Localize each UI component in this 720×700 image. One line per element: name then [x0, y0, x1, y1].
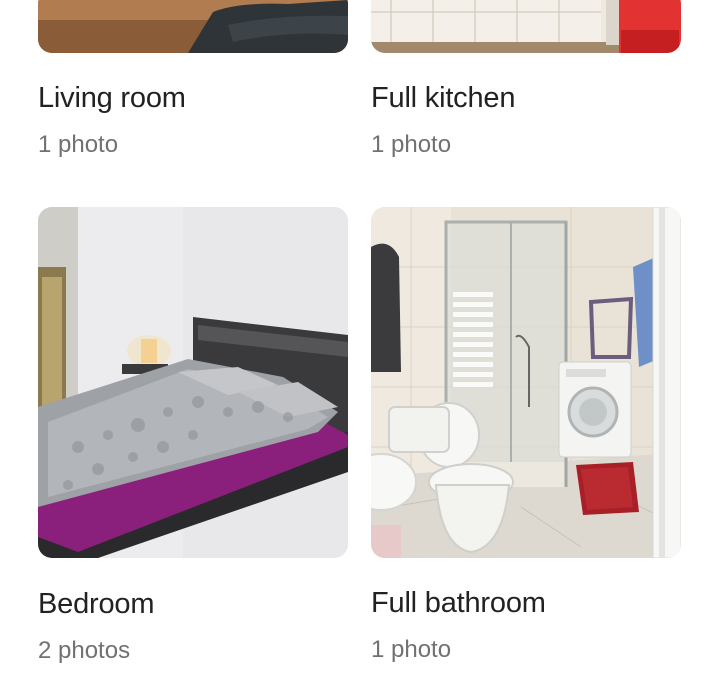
room-title: Full kitchen [371, 82, 516, 114]
room-tile-living-room[interactable]: Living room 1 photo [38, 0, 348, 157]
room-photo-grid: Living room 1 photo Full kitchen 1 photo… [0, 0, 720, 700]
photo-count: 2 photos [38, 637, 131, 664]
room-tile-bedroom[interactable]: Bedroom 2 photos [38, 207, 348, 663]
full-kitchen-photo[interactable] [371, 0, 681, 53]
room-title: Bedroom [38, 588, 155, 620]
photo-count: 1 photo [371, 636, 452, 663]
photo-count: 1 photo [371, 131, 452, 158]
room-title: Full bathroom [371, 587, 546, 619]
photo-count: 1 photo [38, 131, 119, 158]
full-bathroom-photo[interactable] [371, 207, 681, 558]
room-title: Living room [38, 82, 186, 114]
bedroom-photo[interactable] [38, 207, 348, 558]
room-tile-full-kitchen[interactable]: Full kitchen 1 photo [371, 0, 681, 157]
living-room-photo[interactable] [38, 0, 348, 53]
room-tile-full-bathroom[interactable]: Full bathroom 1 photo [371, 207, 681, 662]
